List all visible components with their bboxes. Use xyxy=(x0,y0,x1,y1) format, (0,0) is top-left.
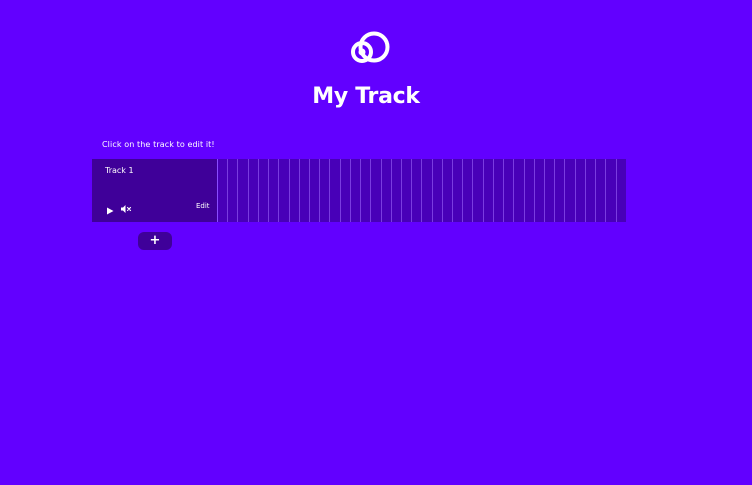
logo-icon xyxy=(349,30,393,68)
timeline-step-cell[interactable] xyxy=(484,159,494,222)
timeline-step-cell[interactable] xyxy=(596,159,607,222)
timeline-step-cell[interactable] xyxy=(320,159,331,222)
timeline-step-cell[interactable] xyxy=(422,159,433,222)
page-title: My Track xyxy=(312,84,420,109)
timeline-step-cell[interactable] xyxy=(402,159,413,222)
timeline-step-cell[interactable] xyxy=(249,159,259,222)
timeline-step-cell[interactable] xyxy=(504,159,515,222)
timeline-step-cell[interactable] xyxy=(290,159,300,222)
timeline-step-cell[interactable] xyxy=(371,159,382,222)
track-timeline[interactable] xyxy=(218,159,626,222)
timeline-step-cell[interactable] xyxy=(453,159,464,222)
timeline-step-cell[interactable] xyxy=(310,159,321,222)
track-info-panel: Track 1 Edit xyxy=(92,159,218,222)
play-icon[interactable] xyxy=(105,201,115,215)
timeline-step-cell[interactable] xyxy=(382,159,392,222)
timeline-step-cell[interactable] xyxy=(218,159,229,222)
timeline-step-cell[interactable] xyxy=(463,159,474,222)
timeline-step-cell[interactable] xyxy=(361,159,372,222)
speaker-muted-icon[interactable] xyxy=(120,199,132,213)
timeline-step-cell[interactable] xyxy=(565,159,576,222)
timeline-step-cell[interactable] xyxy=(392,159,402,222)
track-name: Track 1 xyxy=(105,166,134,175)
timeline-step-cell[interactable] xyxy=(545,159,556,222)
timeline-step-cell[interactable] xyxy=(494,159,505,222)
track-row[interactable]: Track 1 Edit xyxy=(92,159,626,222)
timeline-step-cell[interactable] xyxy=(576,159,586,222)
timeline-step-cell[interactable] xyxy=(279,159,290,222)
timeline-step-cell[interactable] xyxy=(330,159,341,222)
timeline-step-cell[interactable] xyxy=(228,159,239,222)
timeline-step-cell[interactable] xyxy=(433,159,443,222)
timeline-step-cell[interactable] xyxy=(617,159,626,222)
add-track-button[interactable]: + xyxy=(138,232,172,250)
timeline-step-cell[interactable] xyxy=(555,159,566,222)
edit-button[interactable]: Edit xyxy=(196,201,210,211)
timeline-step-cell[interactable] xyxy=(473,159,484,222)
timeline-step-cell[interactable] xyxy=(525,159,535,222)
edit-hint: Click on the track to edit it! xyxy=(102,140,215,149)
timeline-step-cell[interactable] xyxy=(351,159,362,222)
timeline-step-cell[interactable] xyxy=(238,159,249,222)
timeline-step-cell[interactable] xyxy=(412,159,423,222)
timeline-step-cell[interactable] xyxy=(300,159,310,222)
timeline-step-cell[interactable] xyxy=(514,159,525,222)
timeline-step-cell[interactable] xyxy=(586,159,597,222)
timeline-step-cell[interactable] xyxy=(269,159,280,222)
timeline-step-cell[interactable] xyxy=(443,159,454,222)
timeline-step-cell[interactable] xyxy=(341,159,351,222)
timeline-step-cell[interactable] xyxy=(535,159,545,222)
timeline-step-cell[interactable] xyxy=(259,159,270,222)
timeline-step-cell[interactable] xyxy=(606,159,617,222)
